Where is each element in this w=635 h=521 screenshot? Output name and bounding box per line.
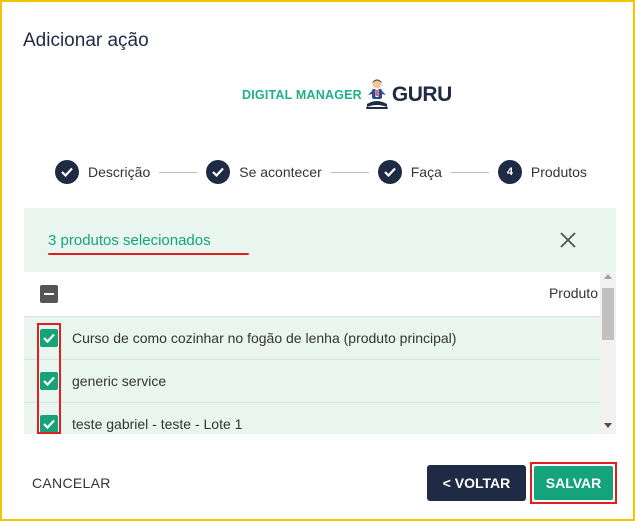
selection-summary: 3 produtos selecionados [48,232,211,249]
step-se-acontecer: Se acontecer [206,160,322,184]
checkbox-highlight-box [37,323,61,434]
table-row[interactable]: generic service [24,360,600,403]
back-button[interactable]: < VOLTAR [427,465,526,501]
step-label: Faça [410,164,442,180]
step-check-icon [377,160,402,184]
step-connector [450,171,489,173]
dialog: Adicionar ação DIGITAL MANAGER GURU Desc… [0,0,635,521]
step-connector [159,171,198,173]
save-highlight-box: SALVAR [530,462,617,504]
table-scrollbar[interactable] [600,272,616,434]
logo-mascot-icon [365,79,388,109]
row-product-name: teste gabriel - teste - Lote 1 [72,416,243,432]
table-header: Produto [24,272,600,317]
row-product-name: Curso de como cozinhar no fogão de lenha… [72,330,457,346]
step-check-icon [55,160,79,184]
scroll-up-arrow-icon[interactable] [604,274,612,279]
brand-logo: DIGITAL MANAGER GURU [242,78,452,112]
table-row[interactable]: Curso de como cozinhar no fogão de lenha… [24,317,600,360]
stepper: Descrição Se acontecer Faça 4 Produtos [55,159,587,185]
dialog-title: Adicionar ação [23,30,149,51]
selection-header: 3 produtos selecionados [24,208,616,272]
step-label: Descrição [88,164,151,180]
save-button[interactable]: SALVAR [534,466,613,500]
scroll-down-arrow-icon[interactable] [604,423,612,428]
column-header-produto[interactable]: Produto [549,285,598,301]
scrollbar-thumb[interactable] [602,288,614,340]
cancel-button[interactable]: CANCELAR [22,466,121,500]
step-check-icon [206,160,231,184]
products-panel: 3 produtos selecionados Produto Curso de… [24,208,616,434]
logo-text-left: DIGITAL MANAGER [242,88,362,102]
step-descricao: Descrição [55,160,150,184]
highlight-underline [48,253,249,255]
row-product-name: generic service [72,373,167,389]
close-icon[interactable] [559,231,577,249]
table-row[interactable]: teste gabriel - teste - Lote 1 [24,403,600,434]
step-faca: Faça [377,160,442,184]
step-label: Produtos [530,164,587,180]
step-connector [330,171,369,173]
select-all-checkbox[interactable] [40,285,58,303]
step-label: Se acontecer [239,164,322,180]
logo-text-right: GURU [391,83,452,106]
step-number: 4 [497,160,522,184]
step-produtos: 4 Produtos [497,160,587,184]
